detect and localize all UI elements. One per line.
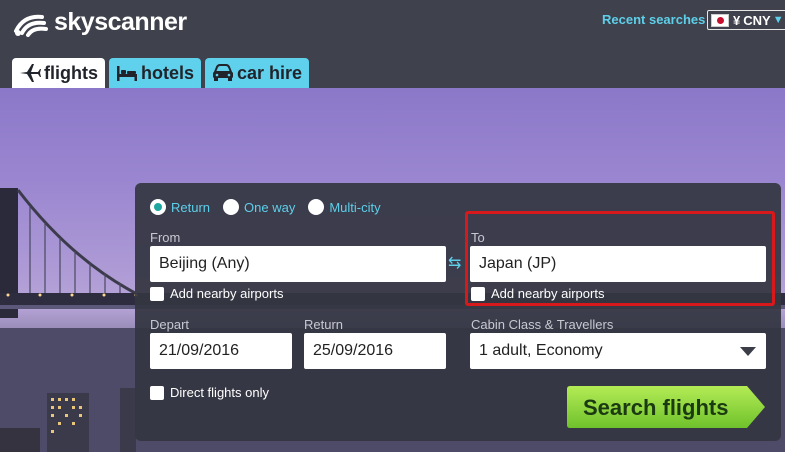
recent-searches-link[interactable]: Recent searches	[602, 12, 705, 27]
bed-icon	[117, 66, 137, 81]
return-label: Return	[304, 317, 344, 332]
radio-button[interactable]	[223, 199, 240, 215]
tab-hotels[interactable]: hotels	[109, 58, 202, 88]
chevron-down-icon: ▼	[772, 14, 784, 26]
radio-button[interactable]	[150, 199, 166, 215]
brand-name: skyscanner	[54, 8, 187, 36]
product-tabs: flights hotels car hire	[12, 58, 313, 88]
depart-label: Depart	[150, 317, 190, 332]
direct-flights-checkbox[interactable]: Direct flights only	[150, 385, 269, 400]
cabin-class-value: 1 adult, Economy	[479, 342, 603, 359]
search-flights-label: Search flights	[583, 395, 729, 420]
checkbox[interactable]	[150, 286, 164, 301]
from-label: From	[150, 230, 181, 245]
currency-symbol: ¥	[733, 12, 741, 28]
trip-type-one-way[interactable]: One way	[223, 199, 295, 215]
tab-flights[interactable]: flights	[12, 58, 105, 88]
top-bar: skyscanner Recent searches ¥ CNY ▼ fligh…	[0, 0, 785, 88]
trip-type-multi-city[interactable]: Multi-city	[308, 199, 381, 215]
search-flights-button[interactable]: Search flights	[567, 386, 767, 428]
skyscanner-logo[interactable]: skyscanner	[12, 8, 187, 37]
trip-type-multi-city-label: Multi-city	[329, 199, 381, 215]
radio-button[interactable]	[308, 199, 325, 215]
tab-car-hire[interactable]: car hire	[205, 58, 310, 88]
japan-flag-icon	[711, 13, 729, 27]
car-icon	[213, 64, 234, 81]
trip-type-selector: Return One way Multi-city	[150, 199, 394, 215]
chevron-down-icon	[740, 347, 756, 356]
plane-icon	[20, 64, 41, 82]
annotation-highlight-box	[465, 211, 775, 306]
cabin-class-label: Cabin Class & Travellers	[471, 317, 614, 332]
depart-date-input[interactable]: 21/09/2016	[150, 333, 292, 369]
trip-type-one-way-label: One way	[244, 199, 296, 215]
from-nearby-checkbox[interactable]: Add nearby airports	[150, 286, 283, 301]
building	[47, 393, 89, 452]
trip-type-return[interactable]: Return	[150, 199, 210, 215]
flight-search-panel: Return One way Multi-city From Beijing (…	[135, 183, 781, 441]
trip-type-return-label: Return	[171, 199, 211, 215]
from-input[interactable]: Beijing (Any)	[150, 246, 446, 282]
from-nearby-label: Add nearby airports	[170, 286, 284, 301]
checkbox[interactable]	[150, 385, 164, 400]
swap-locations-icon[interactable]: ⇆	[448, 253, 461, 273]
return-date-input[interactable]: 25/09/2016	[304, 333, 446, 369]
currency-code: CNY	[743, 12, 771, 28]
currency-selector[interactable]: ¥ CNY ▼	[707, 10, 785, 30]
building	[120, 388, 136, 452]
skyscanner-logo-icon	[14, 14, 48, 37]
cabin-class-select[interactable]: 1 adult, Economy	[470, 333, 766, 369]
direct-flights-label: Direct flights only	[170, 385, 269, 400]
tab-flights-label: flights	[44, 62, 98, 83]
tab-hotels-label: hotels	[141, 62, 195, 83]
tab-car-hire-label: car hire	[237, 62, 303, 83]
